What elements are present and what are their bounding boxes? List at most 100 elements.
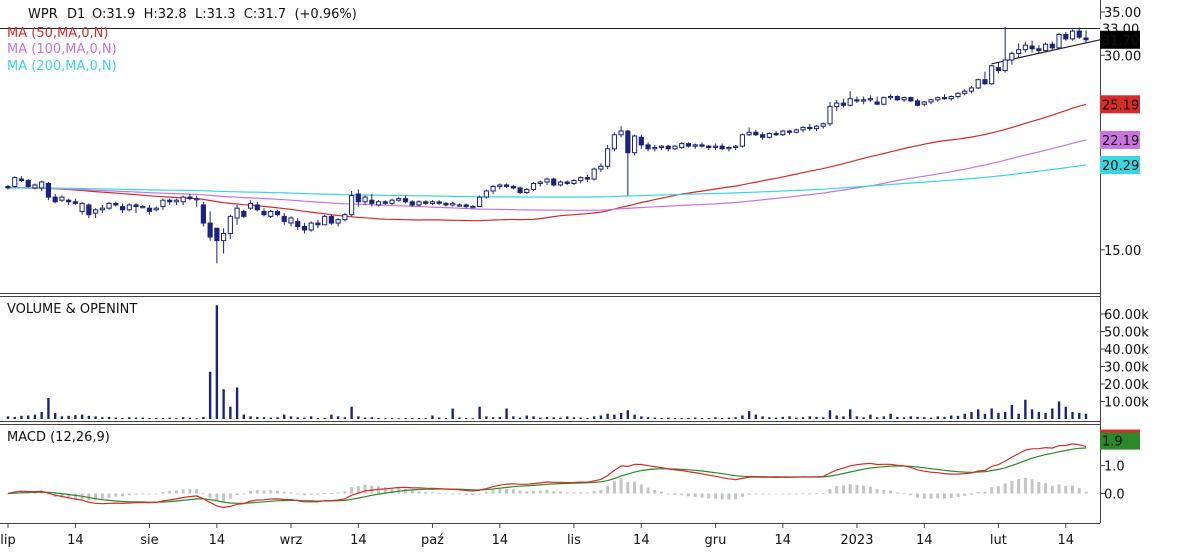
macd-histogram-bar [1003,483,1007,494]
candle-up [12,177,18,187]
candle-up [524,188,530,193]
candle-up [962,90,968,94]
macd-histogram-bar [895,492,899,494]
chart-interval: D1 [67,7,85,22]
macd-histogram-bar [343,491,347,494]
macd-histogram-bar [215,493,219,502]
candle-up [928,99,934,103]
candle-down [1076,30,1082,38]
volume-bar [1010,405,1014,419]
macd-histogram-bar [114,493,118,497]
volume-tick-label: 30.00k [1104,361,1149,376]
volume-bar [87,415,91,419]
macd-histogram-bar [693,493,697,497]
candle-up [497,184,503,187]
candle-down [423,201,429,204]
macd-histogram-bar [107,493,111,498]
macd-histogram-bar [464,493,468,496]
volume-bar [734,417,737,419]
price-pane [0,0,1101,524]
macd-histogram-bar [936,493,940,499]
candle-up [389,199,395,204]
macd-histogram-bar [720,493,724,500]
candle-up [194,198,200,201]
volume-bar [768,417,771,419]
candle-up [820,123,826,127]
volume-bar [404,418,407,419]
macd-histogram-bar [639,484,643,494]
candle-up [1069,30,1076,40]
volume-bar [869,414,872,419]
candle-up [605,148,611,167]
volume-bar [929,417,933,419]
candle-down [443,202,449,206]
candlestick-chart: 15.00 30.00 35.00 10.00k 20.00k 30.00k 40.00k… [0,0,1149,548]
macd-histogram-bar [498,488,502,494]
volume-bar [707,418,710,419]
macd-histogram-bar [983,491,987,494]
volume-bar [323,417,326,419]
chart-symbol: WPR [28,7,58,22]
volume-bar [983,413,987,419]
macd-histogram-bar [788,493,792,495]
macd-histogram-bar [855,484,859,494]
volume-bar [1017,413,1020,419]
candle-down [241,210,247,217]
candle-up [834,102,840,107]
candle-down [584,177,591,180]
candle-down [908,97,914,102]
volume-bar [417,417,421,419]
candle-down [66,199,72,203]
volume-bar [653,417,656,419]
candle-up [746,131,752,136]
macd-histogram-bar [713,493,717,499]
volume-bar [390,418,394,419]
candle-down [753,131,759,136]
macd-histogram-bar [767,493,771,495]
candle-up [173,199,180,203]
macd-histogram-bar [1077,488,1081,494]
candle-up [470,206,476,209]
volume-bar [518,417,522,419]
macd-value-tag: 1.9 [1102,435,1123,450]
macd-histogram-bar [929,493,933,499]
candle-up [935,97,941,101]
volume-tick-label: 60.00k [1104,308,1149,323]
macd-histogram-bar [437,492,441,494]
macd-histogram-bar [350,487,354,494]
macd-histogram-bar [612,481,616,494]
volume-bar [855,416,859,419]
volume-bar [1071,412,1074,419]
macd-histogram-bar [309,493,313,495]
volume-bar [566,416,569,419]
macd-histogram-bar [181,489,185,494]
volume-bar [943,416,946,419]
macd-histogram-bar [511,489,515,494]
volume-bar [882,416,886,419]
macd-histogram-bar [1017,479,1021,494]
x-tick-label: gru [705,533,727,548]
volume-bar [208,371,212,419]
volume-bar [1044,412,1047,419]
candle-down [510,185,516,189]
candle-up [308,222,314,231]
price-tick-label: 15.00 [1104,244,1141,259]
candle-down [874,101,880,105]
candle-up [39,181,45,189]
volume-pane-title: VOLUME & OPENINT [7,302,137,317]
macd-histogram-bar [249,490,253,494]
macd-histogram-bar [700,493,704,498]
candle-up [1022,44,1028,51]
candle-up [490,185,496,192]
volume-bar [747,411,751,419]
macd-histogram-bar [969,493,973,495]
candle-up [140,206,146,209]
volume-bar [808,416,811,419]
volume-bar [660,417,663,419]
candle-down [807,126,813,130]
volume-bar [168,417,171,419]
x-tick-label: wrz [280,533,303,548]
ma200-legend: MA (200,MA,0,N) [7,59,117,74]
candle-up [611,134,617,150]
volume-bar [161,417,165,419]
